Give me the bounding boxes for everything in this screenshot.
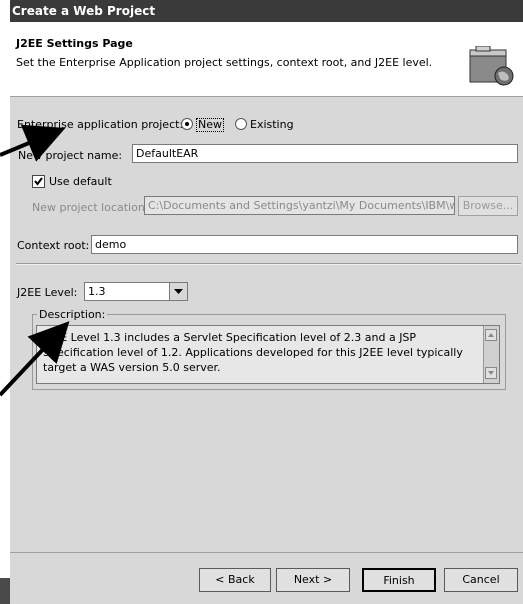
wizard-header: J2EE Settings Page Set the Enterprise Ap…: [10, 22, 523, 97]
description-textarea[interactable]: J2EE Level 1.3 includes a Servlet Specif…: [36, 325, 500, 384]
page-title: J2EE Settings Page: [16, 37, 133, 50]
project-location-input[interactable]: C:\Documents and Settings\yantzi\My Docu…: [144, 196, 455, 215]
description-text: J2EE Level 1.3 includes a Servlet Specif…: [43, 331, 463, 374]
browse-button[interactable]: Browse...: [458, 196, 518, 216]
left-edge-bar: [0, 578, 10, 604]
arrow-up-icon: [488, 333, 494, 337]
cancel-button-label: Cancel: [462, 573, 500, 586]
ear-project-label: Enterprise application project:: [17, 118, 184, 131]
new-ear-radio-label[interactable]: New: [196, 118, 224, 132]
finish-button-label: Finish: [383, 574, 415, 587]
context-root-input[interactable]: demo: [91, 235, 518, 254]
arrow-down-icon: [488, 371, 494, 375]
cancel-button[interactable]: Cancel: [444, 568, 518, 592]
checkmark-icon: [34, 177, 43, 186]
create-web-project-dialog: Create a Web Project J2EE Settings Page …: [10, 0, 523, 604]
use-default-checkbox[interactable]: [32, 175, 45, 188]
page-description: Set the Enterprise Application project s…: [16, 56, 433, 69]
scroll-down-button[interactable]: [485, 367, 497, 379]
existing-ear-radio[interactable]: [235, 118, 247, 130]
back-button-label: < Back: [215, 573, 255, 586]
next-button[interactable]: Next >: [276, 568, 350, 592]
finish-button[interactable]: Finish: [362, 568, 436, 592]
dropdown-button[interactable]: [169, 283, 187, 300]
description-label: Description:: [37, 308, 108, 321]
scroll-up-button[interactable]: [485, 329, 497, 341]
vertical-scrollbar[interactable]: [483, 326, 499, 383]
project-location-label: New project location:: [32, 201, 149, 214]
new-ear-radio[interactable]: [181, 118, 193, 130]
next-button-label: Next >: [293, 573, 333, 586]
button-bar-separator: [10, 552, 523, 553]
web-project-globe-icon: [469, 46, 514, 86]
use-default-label: Use default: [49, 175, 112, 188]
project-name-input[interactable]: DefaultEAR: [132, 144, 518, 163]
chevron-down-icon: [174, 289, 183, 294]
existing-ear-radio-label[interactable]: Existing: [250, 118, 294, 131]
j2ee-level-label: J2EE Level:: [17, 286, 78, 299]
browse-button-label: Browse...: [462, 199, 514, 212]
j2ee-level-value: 1.3: [88, 285, 106, 298]
window-title: Create a Web Project: [10, 0, 523, 22]
context-root-label: Context root:: [17, 239, 90, 252]
j2ee-level-select[interactable]: 1.3: [84, 282, 188, 301]
back-button[interactable]: < Back: [199, 568, 271, 592]
separator: [16, 263, 521, 265]
project-name-label: New project name:: [18, 149, 123, 162]
